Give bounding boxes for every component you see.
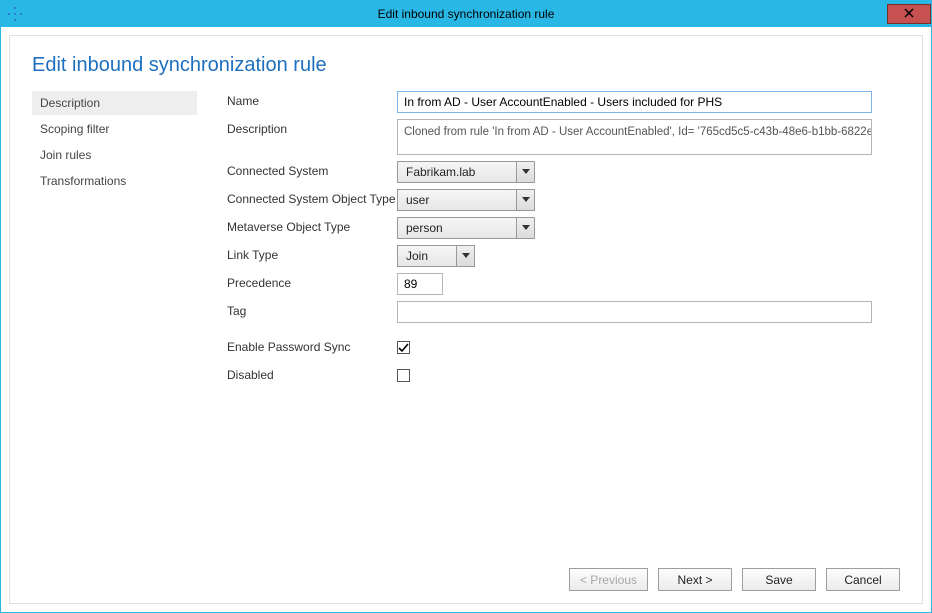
sidebar-item-join-rules[interactable]: Join rules	[32, 143, 197, 167]
cs-object-type-value: user	[398, 190, 516, 210]
dropdown-button[interactable]	[516, 218, 534, 238]
connected-system-value: Fabrikam.lab	[398, 162, 516, 182]
name-input[interactable]	[397, 91, 872, 113]
button-row: < Previous Next > Save Cancel	[32, 558, 900, 591]
description-text: Cloned from rule 'In from AD - User Acco…	[404, 126, 872, 138]
chevron-down-icon	[522, 197, 530, 203]
close-button[interactable]	[887, 4, 931, 24]
body-wrap: Edit inbound synchronization rule Descri…	[1, 27, 931, 612]
sidebar-item-transformations[interactable]: Transformations	[32, 169, 197, 193]
cancel-button[interactable]: Cancel	[826, 568, 900, 591]
page-title: Edit inbound synchronization rule	[32, 54, 900, 77]
sidebar-item-label: Description	[40, 96, 100, 110]
content-row: Description Scoping filter Join rules Tr…	[32, 91, 900, 558]
chevron-down-icon	[462, 253, 470, 259]
tag-input[interactable]	[397, 301, 872, 323]
sidebar-item-description[interactable]: Description	[32, 91, 197, 115]
name-label: Name	[227, 91, 397, 108]
window-title: Edit inbound synchronization rule	[1, 7, 931, 21]
description-input[interactable]: Cloned from rule 'In from AD - User Acco…	[397, 119, 872, 155]
checkmark-icon	[398, 342, 409, 353]
dropdown-button[interactable]	[456, 246, 474, 266]
link-type-select[interactable]: Join	[397, 245, 475, 267]
save-button[interactable]: Save	[742, 568, 816, 591]
titlebar: Edit inbound synchronization rule	[1, 1, 931, 27]
sidebar-item-label: Transformations	[40, 174, 126, 188]
cs-object-type-label: Connected System Object Type	[227, 189, 397, 206]
close-icon	[904, 8, 914, 21]
app-window: Edit inbound synchronization rule Edit i…	[0, 0, 932, 613]
disabled-checkbox[interactable]	[397, 369, 410, 382]
description-label: Description	[227, 119, 397, 136]
mv-object-type-value: person	[398, 218, 516, 238]
disabled-label: Disabled	[227, 365, 397, 382]
mv-object-type-select[interactable]: person	[397, 217, 535, 239]
precedence-label: Precedence	[227, 273, 397, 290]
cs-object-type-select[interactable]: user	[397, 189, 535, 211]
link-type-value: Join	[398, 246, 456, 266]
dropdown-button[interactable]	[516, 190, 534, 210]
mv-object-type-label: Metaverse Object Type	[227, 217, 397, 234]
previous-button[interactable]: < Previous	[569, 568, 648, 591]
connected-system-label: Connected System	[227, 161, 397, 178]
link-type-label: Link Type	[227, 245, 397, 262]
form-area: Name Description Cloned from rule 'In fr…	[227, 91, 900, 558]
sidebar-item-label: Join rules	[40, 148, 91, 162]
sidebar-item-label: Scoping filter	[40, 122, 109, 136]
chevron-down-icon	[522, 169, 530, 175]
precedence-input[interactable]	[397, 273, 443, 295]
dropdown-button[interactable]	[516, 162, 534, 182]
tag-label: Tag	[227, 301, 397, 318]
page-inner: Edit inbound synchronization rule Descri…	[9, 35, 923, 604]
enable-password-sync-checkbox[interactable]	[397, 341, 410, 354]
next-button[interactable]: Next >	[658, 568, 732, 591]
sidebar: Description Scoping filter Join rules Tr…	[32, 91, 197, 558]
connected-system-select[interactable]: Fabrikam.lab	[397, 161, 535, 183]
sidebar-item-scoping-filter[interactable]: Scoping filter	[32, 117, 197, 141]
enable-password-sync-label: Enable Password Sync	[227, 337, 397, 354]
chevron-down-icon	[522, 225, 530, 231]
app-icon	[7, 6, 23, 22]
